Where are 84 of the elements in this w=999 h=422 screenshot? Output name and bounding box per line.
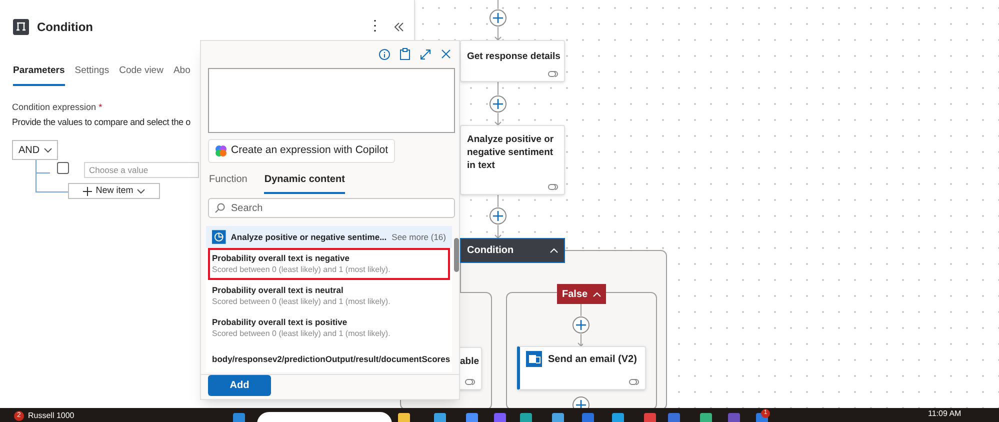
tab[interactable]: Code view xyxy=(119,64,164,86)
add-button[interactable]: Add xyxy=(208,375,271,396)
taskbar-app-icon[interactable] xyxy=(466,413,478,422)
expression-input[interactable] xyxy=(208,68,455,133)
taskbar-search-field[interactable] xyxy=(257,412,392,422)
widget-label[interactable]: Russell 1000 xyxy=(28,411,74,421)
plus-icon xyxy=(82,186,92,196)
item-description: Scored between 0 (least likely) and 1 (most likely). xyxy=(212,296,392,307)
tab[interactable]: Dynamic content xyxy=(264,172,345,194)
search-input[interactable]: Search xyxy=(231,200,448,216)
taskbar-app-icon[interactable] xyxy=(233,413,245,422)
dynamic-content-item[interactable]: body/responsev2/predictionOutput/result/documentScores xyxy=(208,349,450,370)
chevron-down-icon xyxy=(44,148,52,152)
collapse-icon[interactable] xyxy=(394,22,404,32)
add-step-icon[interactable] xyxy=(572,396,590,408)
condition-title: Condition xyxy=(467,244,514,258)
link-icon xyxy=(548,184,558,190)
tab[interactable]: Settings xyxy=(74,64,110,86)
taskbar-app-icon[interactable] xyxy=(612,413,624,422)
add-step-icon[interactable] xyxy=(572,316,590,334)
add-step-icon[interactable] xyxy=(489,95,507,113)
taskbar-app-icon[interactable] xyxy=(582,413,594,422)
add-step-icon[interactable] xyxy=(489,9,507,27)
condition-icon xyxy=(13,19,29,35)
checkbox[interactable] xyxy=(57,162,69,174)
link-icon xyxy=(548,71,558,77)
field-description: Provide the values to compare and select the o xyxy=(12,116,190,129)
action-title: Send an email (V2) xyxy=(548,352,637,366)
taskbar-app-icon[interactable] xyxy=(552,413,564,422)
see-more-link[interactable]: See more (16) xyxy=(392,230,446,244)
dynamic-content-item[interactable]: Probability overall text is neutral Scored between 0 (least likely) and 1 (most likely). xyxy=(208,280,450,312)
taskbar-app-icon[interactable] xyxy=(700,413,712,422)
sentiment-app-icon xyxy=(212,230,226,244)
taskbar-app-icon[interactable] xyxy=(728,413,740,422)
value-input[interactable]: Choose a value xyxy=(84,162,199,178)
chevron-up-icon xyxy=(550,248,558,253)
copilot-button[interactable]: Create an expression with Copilot xyxy=(208,139,395,163)
search-icon xyxy=(215,203,225,213)
action-card[interactable]: Analyze positive or negative sentiment in text xyxy=(460,125,565,195)
taskbar-app-icon[interactable] xyxy=(668,413,680,422)
action-card[interactable]: Get response details xyxy=(460,40,565,82)
required-mark: * xyxy=(98,102,102,112)
group-header[interactable]: Analyze positive or negative sentime... See more (16) xyxy=(206,226,452,248)
action-title: Get response details xyxy=(467,50,560,63)
condition-card[interactable]: Condition xyxy=(460,238,565,263)
item-title: Probability overall text is negative xyxy=(212,253,350,264)
operator-dropdown[interactable]: AND xyxy=(12,140,58,160)
chevron-up-icon xyxy=(593,292,601,296)
link-icon xyxy=(465,379,475,385)
item-description: Scored between 0 (least likely) and 1 (most likely). xyxy=(212,264,392,275)
action-card[interactable]: Send an email (V2) xyxy=(517,346,646,390)
add-step-icon[interactable] xyxy=(489,207,507,225)
item-title: Probability overall text is neutral xyxy=(212,285,344,296)
taskbar-app-icon[interactable] xyxy=(494,413,506,422)
item-description: Scored between 0 (least likely) and 1 (most likely). xyxy=(212,328,392,339)
copilot-icon xyxy=(215,145,227,157)
mail-app-icon xyxy=(526,351,542,367)
taskbar-app-icon[interactable] xyxy=(434,413,446,422)
action-title: Analyze positive or negative sentiment in text xyxy=(466,133,555,172)
panel-title: Condition xyxy=(37,19,93,36)
info-icon[interactable] xyxy=(379,48,390,60)
chevron-down-icon xyxy=(137,188,146,194)
more-options-button[interactable]: ⋮ xyxy=(368,18,382,32)
search-field[interactable]: Search xyxy=(208,198,455,218)
new-item-button[interactable]: New item xyxy=(68,183,160,199)
dynamic-content-item[interactable]: Probability overall text is negative Scored between 0 (least likely) and 1 (most likely). xyxy=(208,248,450,280)
clipboard-icon[interactable] xyxy=(400,48,410,60)
tab[interactable]: Parameters xyxy=(13,64,65,86)
branch-label[interactable]: False xyxy=(557,284,606,304)
field-label-text: Condition expression xyxy=(12,102,98,112)
dynamic-content-item[interactable]: Probability overall text is positive Scored between 0 (least likely) and 1 (most likely). xyxy=(208,312,450,344)
close-icon[interactable] xyxy=(441,49,451,59)
group-title: Analyze positive or negative sentime... xyxy=(230,230,387,244)
branch-label-text: False xyxy=(562,288,588,302)
action-title: able xyxy=(460,355,479,369)
link-icon xyxy=(629,379,639,385)
tab[interactable]: Abo xyxy=(173,64,190,86)
taskbar-app-icon[interactable] xyxy=(644,413,656,422)
taskbar-app-icon[interactable] xyxy=(398,413,410,422)
expand-icon[interactable] xyxy=(420,48,431,60)
tab[interactable]: Function xyxy=(209,172,248,194)
taskbar-app-icon[interactable] xyxy=(520,413,532,422)
item-title: Probability overall text is positive xyxy=(212,317,348,328)
clock: 11:09 AM xyxy=(928,409,962,419)
